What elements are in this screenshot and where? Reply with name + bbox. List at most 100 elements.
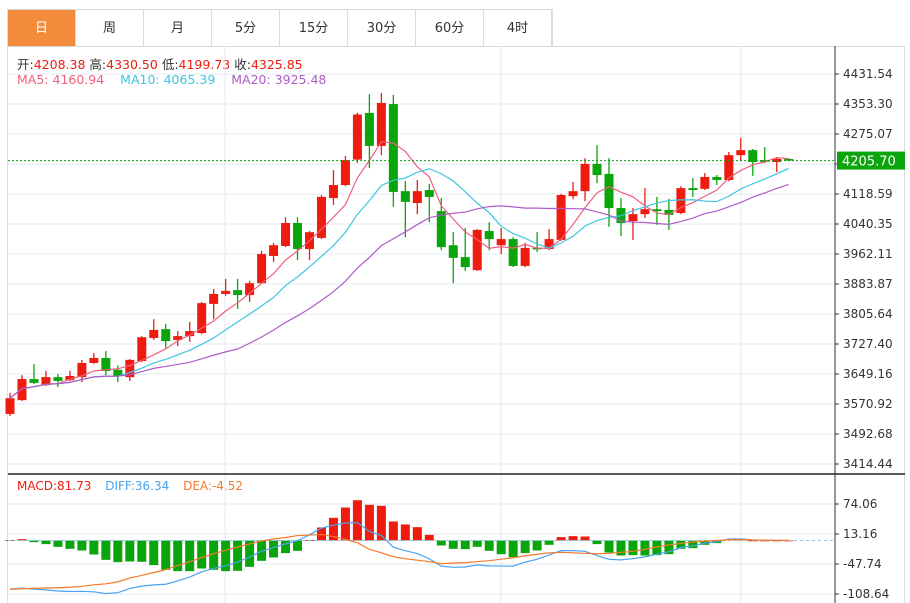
candle-body (388, 104, 398, 192)
candle-body (472, 229, 482, 271)
macd-bar (185, 540, 195, 572)
candle (472, 229, 482, 271)
last-price-label: 4205.70 (842, 155, 896, 170)
candle-body (17, 379, 27, 401)
candle-body (628, 214, 638, 222)
candle-body (233, 290, 243, 296)
price-tick-label: 3414.44 (843, 457, 893, 471)
candle-body (604, 173, 614, 209)
candle-body (460, 257, 470, 268)
macd-bar (436, 540, 446, 546)
price-tick-label: 4353.30 (843, 97, 893, 111)
candle (616, 198, 626, 237)
candle-body (328, 185, 338, 199)
candle (281, 217, 291, 248)
macd-bar (472, 540, 482, 547)
candle-body (496, 239, 506, 246)
candle (412, 180, 422, 215)
candle-body (376, 102, 386, 146)
candle (197, 301, 207, 335)
price-tick-label: 4275.07 (843, 127, 893, 141)
candle-body (161, 329, 171, 342)
macd-tick-label: -108.64 (843, 587, 889, 601)
candle-body (221, 290, 231, 294)
candle-body (257, 254, 267, 284)
candle (496, 227, 506, 255)
candle (328, 170, 338, 205)
candle (424, 183, 434, 223)
candle-body (580, 163, 590, 192)
candle (592, 145, 602, 184)
candle-body (340, 160, 350, 186)
macd-bar (508, 540, 518, 558)
candle-body (640, 209, 650, 215)
candle (245, 280, 255, 302)
price-tick-label: 3570.92 (843, 397, 893, 411)
candle-body (700, 176, 710, 189)
candle (724, 152, 734, 182)
candle (257, 250, 267, 284)
price-tick-label: 3883.87 (843, 277, 893, 291)
price-tick-label: 3962.11 (843, 247, 893, 261)
macd-bar (281, 540, 291, 554)
candle-body (412, 191, 422, 204)
macd-tick-label: -47.74 (843, 557, 882, 571)
macd-bar (496, 540, 506, 555)
macd-bar (400, 524, 410, 541)
candle (149, 319, 159, 340)
macd-bar (137, 540, 147, 562)
macd-bar (125, 540, 135, 562)
price-tick-label: 3649.16 (843, 367, 893, 381)
candle (520, 242, 530, 268)
macd-bar (640, 540, 650, 556)
macd-bar (460, 540, 470, 550)
macd-bar (412, 527, 422, 541)
candle-body (281, 222, 291, 246)
macd-tick-label: 74.06 (843, 497, 877, 511)
candle-body (29, 379, 39, 383)
candle (712, 175, 722, 186)
candle (269, 242, 279, 263)
macd-bar (604, 540, 614, 553)
macd-bar (616, 540, 626, 556)
price-tick-label: 4431.54 (843, 67, 893, 81)
candle-body (568, 191, 578, 197)
candle (185, 321, 195, 342)
candle-body (448, 245, 458, 258)
candle-body (436, 211, 446, 248)
price-tick-label: 4040.35 (843, 217, 893, 231)
macd-bar (388, 521, 398, 541)
price-tick-label: 3492.68 (843, 427, 893, 441)
candle (305, 231, 314, 261)
candle-body (508, 239, 518, 266)
macd-bar (556, 537, 566, 541)
candle (736, 137, 746, 161)
macd-bar (89, 540, 99, 555)
candle-body (400, 191, 410, 202)
macd-bar (628, 540, 638, 556)
price-tick-label: 3727.40 (843, 337, 893, 351)
candle-body (424, 190, 434, 197)
candle (137, 336, 147, 363)
macd-bar (484, 540, 494, 551)
candle (568, 181, 578, 200)
candle-body (5, 398, 15, 414)
candle (748, 148, 758, 176)
candle-body (149, 329, 159, 339)
ma5-line (9, 141, 789, 399)
candle (125, 359, 135, 381)
candle (209, 288, 219, 320)
macd-bar (520, 540, 530, 554)
candle-body (712, 176, 722, 181)
candle-body (484, 231, 494, 240)
candle (400, 181, 410, 238)
macd-bar (364, 504, 374, 541)
macd-bar (77, 540, 87, 551)
candle-body (137, 337, 147, 362)
candle-body (736, 150, 746, 156)
kline-chart[interactable]: 4431.544353.304275.074196.834118.594040.… (0, 0, 910, 603)
candle-body (592, 163, 602, 176)
candle (448, 232, 458, 284)
candle (388, 94, 398, 207)
macd-bar (197, 540, 207, 569)
